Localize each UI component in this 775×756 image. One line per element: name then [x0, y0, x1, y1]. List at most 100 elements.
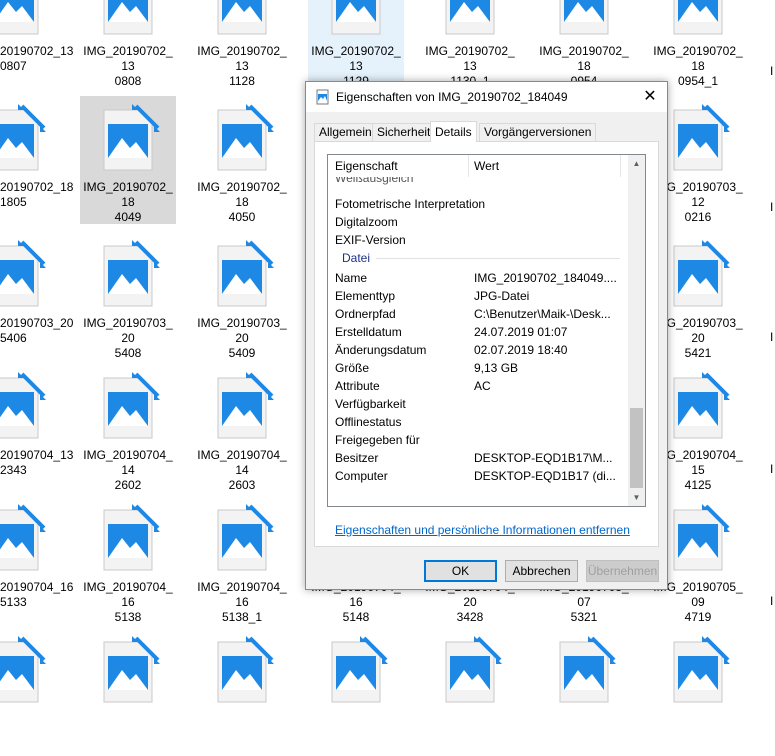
tab-vorgaengerversionen[interactable]: Vorgängerversionen — [479, 123, 597, 141]
image-thumbnail-icon — [210, 0, 274, 40]
file-name-line-1: IMG_20190704_14 — [197, 448, 287, 477]
column-header-property[interactable]: Eigenschaft — [335, 155, 398, 177]
property-name: Name — [335, 271, 368, 285]
vertical-scrollbar[interactable]: ▲ ▼ — [628, 155, 645, 506]
file-tile[interactable]: IMG_20190704_14 2602 — [80, 364, 176, 492]
list-item[interactable]: Computer DESKTOP-EQD1B17 (di... — [328, 467, 626, 485]
list-item[interactable]: Elementtyp JPG-Datei — [328, 287, 626, 305]
tab-sicherheit[interactable]: Sicherheit — [372, 123, 436, 141]
list-item[interactable]: Größe 9,13 GB — [328, 359, 626, 377]
list-item[interactable]: Digitalzoom — [328, 213, 626, 231]
image-thumbnail-icon — [0, 372, 46, 444]
file-tile[interactable]: IMG_20190702_131129 — [308, 0, 404, 88]
file-tile[interactable] — [194, 628, 290, 756]
list-item[interactable]: Name IMG_20190702_184049.... — [328, 269, 626, 287]
list-item[interactable]: EXIF-Version — [328, 231, 626, 249]
file-tile[interactable]: IMG_20190702_13 0808 — [80, 0, 176, 88]
close-button[interactable]: ✕ — [633, 82, 667, 112]
list-item[interactable]: Verfügbarkeit — [328, 395, 626, 413]
remove-properties-link[interactable]: Eigenschaften und persönliche Informatio… — [335, 523, 630, 537]
property-value: 9,13 GB — [474, 361, 519, 375]
file-tile[interactable]: IMG_20190702_180954 — [536, 0, 632, 88]
dialog-titlebar[interactable]: Eigenschaften von IMG_20190702_184049 ✕ — [306, 82, 667, 112]
property-name: Digitalzoom — [335, 215, 398, 229]
file-name-label: IMG_20190702_18 4050 — [194, 180, 290, 225]
list-item[interactable]: Fotometrische Interpretation — [328, 195, 626, 213]
image-thumbnail-icon — [666, 504, 730, 576]
file-name-label: IMG_20190702_18 4049 — [80, 180, 176, 225]
ok-button[interactable]: OK — [424, 560, 497, 582]
properties-dialog: Eigenschaften von IMG_20190702_184049 ✕ … — [305, 81, 668, 590]
apply-button[interactable]: Übernehmen — [586, 560, 659, 582]
clipped-column-edge: I — [770, 462, 774, 476]
file-name-line-2: 2602 — [114, 478, 142, 492]
tab-allgemein[interactable]: Allgemein — [314, 123, 377, 141]
file-name-label: IMG_20190703_20 5408 — [80, 316, 176, 361]
property-name: Attribute — [335, 379, 380, 393]
file-name-line-2: 3428 — [456, 610, 484, 624]
list-item[interactable]: Ordnerpfad C:\Benutzer\Maik-\Desk... — [328, 305, 626, 323]
property-name: Elementtyp — [335, 289, 396, 303]
file-tile[interactable]: IMG_20190702_18 4049 — [80, 96, 176, 224]
file-tile[interactable]: IMG_20190702_131130_1 — [422, 0, 518, 88]
file-tile[interactable]: 20190703_20 5406 — [0, 232, 73, 360]
image-thumbnail-icon — [0, 636, 46, 708]
column-header-value[interactable]: Wert — [474, 155, 499, 177]
file-tile[interactable]: 20190702_13 0807 — [0, 0, 73, 88]
file-name-line-2: 4049 — [114, 210, 142, 224]
list-item[interactable]: Besitzer DESKTOP-EQD1B17\M... — [328, 449, 626, 467]
scroll-thumb[interactable] — [630, 408, 643, 488]
file-tile[interactable]: IMG_20190704_14 2603 — [194, 364, 290, 492]
file-name-label: IMG_20190704_16 5138_1 — [194, 580, 290, 625]
file-tile[interactable] — [422, 628, 518, 756]
file-tile[interactable] — [536, 628, 632, 756]
file-tile[interactable] — [650, 628, 746, 756]
property-name: Änderungsdatum — [335, 343, 427, 357]
file-name-label: IMG_20190703_20 5409 — [194, 316, 290, 361]
file-tile[interactable]: IMG_20190702_13 1128 — [194, 0, 290, 88]
file-tile[interactable]: IMG_20190702_18 0954_1 — [650, 0, 746, 88]
scroll-up-arrow-icon[interactable]: ▲ — [628, 155, 645, 172]
image-thumbnail-icon — [210, 104, 274, 176]
file-tile[interactable]: 20190702_18 1805 — [0, 96, 73, 224]
cancel-button[interactable]: Abbrechen — [505, 560, 578, 582]
file-tile[interactable]: IMG_20190703_20 5408 — [80, 232, 176, 360]
file-name-line-2: 0808 — [114, 74, 142, 88]
image-thumbnail-icon — [666, 0, 730, 40]
file-tile[interactable] — [0, 628, 62, 756]
scroll-down-arrow-icon[interactable]: ▼ — [628, 489, 645, 506]
clipped-column-edge: I — [770, 64, 774, 78]
image-thumbnail-icon — [666, 372, 730, 444]
file-name-label: IMG_20190704_14 2603 — [194, 448, 290, 493]
file-tile[interactable]: 20190704_16 5133 — [0, 496, 73, 624]
file-name-line-1: IMG_20190702_18 — [197, 180, 287, 209]
list-item[interactable]: Offlinestatus — [328, 413, 626, 431]
list-item[interactable]: Attribute AC — [328, 377, 626, 395]
group-label: Datei — [342, 251, 371, 265]
column-divider[interactable] — [468, 155, 469, 177]
list-item[interactable]: Änderungsdatum 02.07.2019 18:40 — [328, 341, 626, 359]
list-item[interactable]: Freigegeben für — [328, 431, 626, 449]
file-name-line-2: 5138_1 — [221, 610, 263, 624]
file-name-line-1: IMG_20190702_13 — [425, 44, 515, 73]
image-thumbnail-icon — [0, 504, 46, 576]
clipped-column-edge: I — [770, 594, 774, 608]
file-tile[interactable]: IMG_20190704_16 5138_1 — [194, 496, 290, 624]
property-list[interactable]: Weißausgleich Eigenschaft Wert Fotometri… — [327, 154, 646, 507]
file-tile[interactable] — [308, 628, 404, 756]
clipped-column-edge: I — [770, 200, 774, 214]
file-name-line-1: IMG_20190702_18 — [83, 180, 173, 209]
property-value: IMG_20190702_184049.... — [474, 271, 617, 285]
file-tile[interactable] — [80, 628, 176, 756]
file-tile[interactable]: IMG_20190704_16 5138 — [80, 496, 176, 624]
list-item[interactable]: Erstelldatum 24.07.2019 01:07 — [328, 323, 626, 341]
group-header-datei[interactable]: Datei — [328, 249, 626, 267]
property-name: EXIF-Version — [335, 233, 406, 247]
file-tile[interactable]: IMG_20190702_18 4050 — [194, 96, 290, 224]
tab-details[interactable]: Details — [430, 121, 477, 142]
file-tile[interactable]: 20190704_13 2343 — [0, 364, 73, 492]
image-thumbnail-icon — [552, 636, 616, 708]
column-divider[interactable] — [620, 155, 621, 177]
property-name: Ordnerpfad — [335, 307, 396, 321]
file-tile[interactable]: IMG_20190703_20 5409 — [194, 232, 290, 360]
